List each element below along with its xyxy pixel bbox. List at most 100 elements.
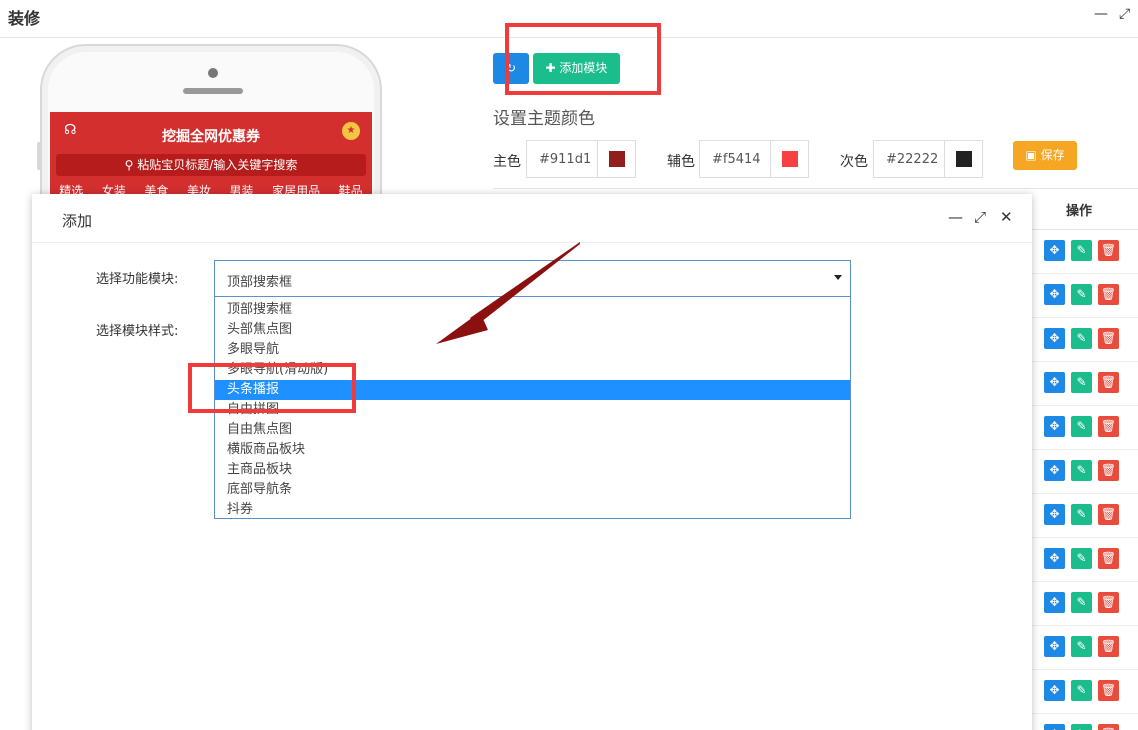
move-icon[interactable]: ✥ [1044, 460, 1065, 481]
move-icon[interactable]: ✥ [1044, 416, 1065, 437]
delete-icon[interactable]: 🗑 [1098, 460, 1119, 481]
delete-icon[interactable]: 🗑 [1098, 504, 1119, 525]
module-select-label: 选择功能模块: [96, 272, 179, 287]
add-dialog: 添加 — ⤢ ✕ 选择功能模块: 选择模块样式: 顶部搜索框 顶部搜索框 头部焦… [32, 194, 1032, 730]
move-icon[interactable]: ✥ [1044, 328, 1065, 349]
dialog-close-icon[interactable]: ✕ [1000, 208, 1013, 226]
table-row: ✥ ✎ 🗑 [1030, 582, 1138, 626]
phone-search-bar: ⚲ 粘贴宝贝标题/输入关键字搜索 [56, 154, 366, 176]
secondary-color-field[interactable]: #f5414 [699, 140, 809, 178]
annotation-box-add-module [505, 23, 661, 95]
move-icon[interactable]: ✥ [1044, 680, 1065, 701]
table-row: ✥ ✎ 🗑 [1030, 538, 1138, 582]
edit-icon[interactable]: ✎ [1071, 548, 1092, 569]
module-option[interactable]: 横版商品板块 [215, 440, 850, 460]
dialog-maximize-icon[interactable]: ⤢ [974, 208, 986, 226]
edit-icon[interactable]: ✎ [1071, 328, 1092, 349]
secondary-color-swatch [781, 151, 798, 167]
maximize-icon[interactable]: ⤢ [1119, 6, 1130, 22]
secondary-color-label: 辅色 [667, 154, 695, 170]
search-icon: ⚲ [124, 158, 138, 172]
move-icon[interactable]: ✥ [1044, 504, 1065, 525]
dialog-header: 添加 — ⤢ ✕ [32, 194, 1032, 243]
tertiary-color-label: 次色 [840, 154, 868, 170]
annotation-box-option [188, 363, 356, 413]
edit-icon[interactable]: ✎ [1071, 284, 1092, 305]
save-label: 保存 [1040, 148, 1065, 162]
dialog-title: 添加 [62, 212, 93, 230]
page-title: 装修 [8, 9, 41, 28]
dialog-minimize-icon[interactable]: — [948, 208, 963, 226]
table-row: ✥ ✎ 🗑 [1030, 450, 1138, 494]
module-option[interactable]: 主商品板块 [215, 460, 850, 480]
delete-icon[interactable]: 🗑 [1098, 592, 1119, 613]
style-select-label: 选择模块样式: [96, 324, 179, 339]
table-row: ✥ ✎ 🗑 [1030, 406, 1138, 450]
delete-icon[interactable]: 🗑 [1098, 372, 1119, 393]
primary-color-picker[interactable] [597, 141, 635, 177]
phone-camera [208, 68, 218, 78]
move-icon[interactable]: ✥ [1044, 548, 1065, 569]
op-column-header: 操作 [1066, 204, 1093, 219]
module-option[interactable]: 自由焦点图 [215, 420, 850, 440]
table-row: ✥ ✎ 🗑 [1030, 362, 1138, 406]
edit-icon[interactable]: ✎ [1071, 680, 1092, 701]
table-row: ✥ ✎ 🗑 [1030, 714, 1138, 730]
table-row: ✥ ✎ 🗑 [1030, 626, 1138, 670]
edit-icon[interactable]: ✎ [1071, 460, 1092, 481]
caret-down-icon [834, 275, 842, 280]
table-row: ✥ ✎ 🗑 [1030, 670, 1138, 714]
table-row: ✥ ✎ 🗑 [1030, 230, 1138, 274]
edit-icon[interactable]: ✎ [1071, 240, 1092, 261]
minimize-icon[interactable]: — [1094, 6, 1108, 22]
phone-header-title: 挖掘全网优惠券 [162, 129, 260, 145]
phone-speaker [183, 88, 243, 94]
delete-icon[interactable]: 🗑 [1098, 328, 1119, 349]
module-option[interactable]: 头部焦点图 [215, 320, 850, 340]
edit-icon[interactable]: ✎ [1071, 636, 1092, 657]
tertiary-color-field[interactable]: #22222 [873, 140, 983, 178]
table-row: ✥ ✎ 🗑 [1030, 318, 1138, 362]
move-icon[interactable]: ✥ [1044, 592, 1065, 613]
edit-icon[interactable]: ✎ [1071, 416, 1092, 437]
tertiary-color-picker[interactable] [944, 141, 982, 177]
delete-icon[interactable]: 🗑 [1098, 416, 1119, 437]
move-icon[interactable]: ✥ [1044, 724, 1065, 730]
edit-icon[interactable]: ✎ [1071, 592, 1092, 613]
module-option[interactable]: 多眼导航 [215, 340, 850, 360]
delete-icon[interactable]: 🗑 [1098, 636, 1119, 657]
tertiary-color-swatch [955, 151, 972, 167]
save-button[interactable]: ▣ 保存 [1013, 141, 1077, 170]
edit-icon[interactable]: ✎ [1071, 724, 1092, 730]
edit-icon[interactable]: ✎ [1071, 372, 1092, 393]
move-icon[interactable]: ✥ [1044, 372, 1065, 393]
coupon-icon: ★ [342, 122, 360, 140]
table-row: ✥ ✎ 🗑 [1030, 274, 1138, 318]
delete-icon[interactable]: 🗑 [1098, 680, 1119, 701]
delete-icon[interactable]: 🗑 [1098, 724, 1119, 730]
delete-icon[interactable]: 🗑 [1098, 240, 1119, 261]
theme-title: 设置主题颜色 [493, 109, 595, 129]
move-icon[interactable]: ✥ [1044, 240, 1065, 261]
module-option[interactable]: 底部导航条 [215, 480, 850, 500]
secondary-color-picker[interactable] [770, 141, 808, 177]
delete-icon[interactable]: 🗑 [1098, 284, 1119, 305]
phone-side-button [37, 142, 41, 170]
move-icon[interactable]: ✥ [1044, 636, 1065, 657]
move-icon[interactable]: ✥ [1044, 284, 1065, 305]
primary-color-field[interactable]: #911d1 [526, 140, 636, 178]
module-select-value: 顶部搜索框 [227, 275, 293, 290]
edit-icon[interactable]: ✎ [1071, 504, 1092, 525]
secondary-color-value: #f5414 [712, 151, 761, 167]
table-row: ✥ ✎ 🗑 [1030, 494, 1138, 538]
save-icon: ▣ [1025, 148, 1041, 162]
phone-search-placeholder: 粘贴宝贝标题/输入关键字搜索 [137, 158, 298, 172]
module-option[interactable]: 抖券 [215, 500, 850, 520]
delete-icon[interactable]: 🗑 [1098, 548, 1119, 569]
primary-color-value: #911d1 [539, 151, 592, 167]
tertiary-color-value: #22222 [886, 151, 939, 167]
primary-color-swatch [608, 151, 625, 167]
module-select[interactable]: 顶部搜索框 [214, 260, 851, 297]
module-option[interactable]: 顶部搜索框 [215, 300, 850, 320]
primary-color-label: 主色 [493, 154, 521, 170]
